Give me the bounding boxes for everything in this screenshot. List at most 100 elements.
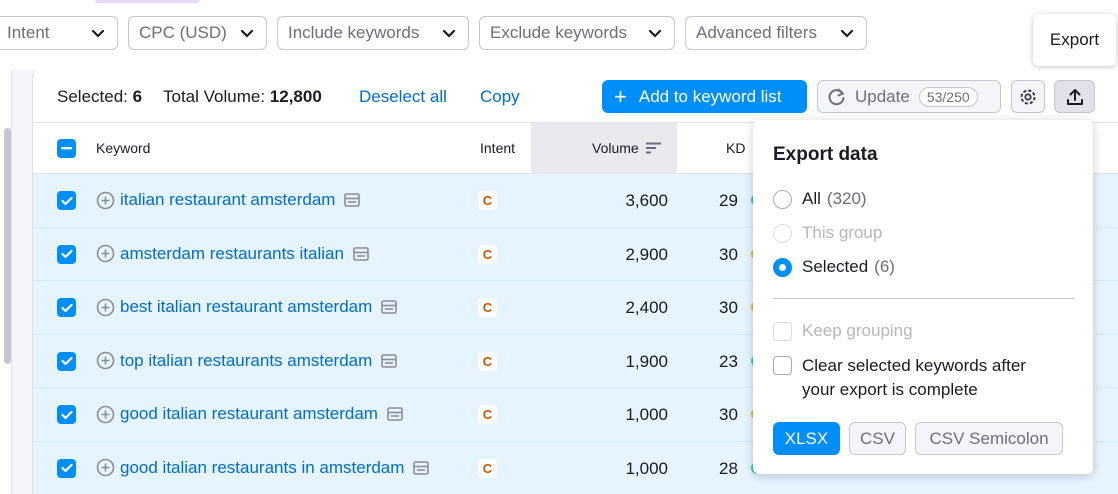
row-checkbox[interactable] (57, 244, 76, 264)
export-xlsx-button[interactable]: XLSX (773, 422, 840, 455)
export-icon (1065, 87, 1085, 107)
volume-header-label: Volume (592, 140, 639, 156)
update-button[interactable]: Update 53/250 (817, 80, 1001, 113)
selected-summary: Selected: 6 (57, 87, 142, 107)
intent-header[interactable]: Intent (480, 140, 515, 156)
serp-icon[interactable] (381, 300, 398, 314)
add-circle-icon[interactable] (96, 244, 115, 263)
intent-filter[interactable]: Intent (0, 16, 118, 50)
keyword-header[interactable]: Keyword (96, 140, 150, 156)
export-option-selected[interactable]: Selected (6) (773, 257, 895, 277)
add-to-keyword-list-button[interactable]: + Add to keyword list (602, 80, 807, 113)
tab-accent (95, 0, 200, 3)
add-to-list-label: Add to keyword list (638, 86, 782, 106)
copy-link[interactable]: Copy (480, 87, 520, 107)
exclude-keywords-filter[interactable]: Exclude keywords (479, 16, 675, 50)
keep-grouping-label: Keep grouping (802, 321, 913, 340)
add-circle-icon[interactable] (96, 351, 115, 370)
cpc-filter[interactable]: CPC (USD) (128, 16, 267, 50)
export-option-all[interactable]: All (320) (773, 189, 867, 209)
export-option-this-group: This group (773, 223, 882, 243)
option-all-label: All (802, 189, 821, 208)
settings-button[interactable] (1011, 80, 1045, 113)
cpc-filter-label: CPC (USD) (139, 23, 227, 42)
keyword-link[interactable]: top italian restaurants amsterdam (120, 351, 372, 371)
scrollbar[interactable] (4, 128, 11, 364)
keyword-link[interactable]: best italian restaurant amsterdam (120, 297, 372, 317)
keyword-cell: best italian restaurant amsterdam (96, 297, 398, 317)
advanced-filters-label: Advanced filters (696, 23, 817, 42)
intent-badge: C (478, 298, 497, 317)
serp-icon[interactable] (387, 407, 403, 421)
radio-selected[interactable] (773, 257, 792, 277)
chevron-down-icon (640, 29, 662, 38)
table-toolbar: Selected: 6 Total Volume: 12,800 Deselec… (33, 70, 1118, 123)
option-selected-count: (6) (874, 257, 895, 276)
keyword-link[interactable]: italian restaurant amsterdam (120, 190, 335, 210)
keyword-link[interactable]: amsterdam restaurants italian (120, 244, 344, 264)
row-checkbox[interactable] (57, 458, 76, 478)
kd-cell: 30 (719, 244, 738, 264)
include-keywords-filter[interactable]: Include keywords (277, 16, 469, 50)
volume-label: Total Volume: (163, 87, 266, 106)
option-selected-label: Selected (802, 257, 869, 276)
volume-cell: 2,900 (625, 244, 668, 264)
keyword-link[interactable]: good italian restaurant amsterdam (120, 404, 378, 424)
volume-value: 12,800 (269, 87, 322, 106)
export-button[interactable] (1054, 80, 1095, 113)
intent-badge: C (478, 191, 497, 210)
kd-cell: 30 (719, 298, 738, 317)
deselect-all-link[interactable]: Deselect all (359, 87, 447, 107)
clear-selected-label: Clear selected keywords after your expor… (802, 356, 1026, 399)
export-csv-semicolon-button[interactable]: CSV Semicolon (915, 422, 1063, 455)
volume-cell: 2,400 (625, 298, 668, 317)
add-circle-icon[interactable] (96, 458, 115, 477)
selected-label: Selected: (57, 87, 128, 106)
include-keywords-label: Include keywords (288, 23, 420, 42)
volume-header[interactable]: Volume (592, 140, 662, 156)
keyword-cell: amsterdam restaurants italian (96, 244, 369, 264)
select-all-checkbox[interactable] (57, 139, 76, 158)
export-csv-button[interactable]: CSV (849, 422, 906, 455)
chevron-down-icon (83, 29, 105, 38)
radio-all[interactable] (773, 189, 792, 209)
add-circle-icon[interactable] (96, 191, 115, 210)
exclude-keywords-label: Exclude keywords (490, 23, 628, 42)
clear-selected-option[interactable]: Clear selected keywords after your expor… (773, 354, 1062, 402)
keep-grouping-checkbox (773, 321, 792, 341)
keyword-cell: top italian restaurants amsterdam (96, 351, 398, 371)
clear-selected-checkbox[interactable] (773, 356, 792, 375)
row-checkbox[interactable] (57, 191, 76, 210)
chevron-down-icon (832, 29, 854, 38)
serp-icon[interactable] (413, 460, 430, 475)
update-limit-badge: 53/250 (918, 86, 978, 107)
row-checkbox[interactable] (57, 298, 76, 317)
intent-badge: C (478, 405, 497, 424)
add-circle-icon[interactable] (96, 298, 115, 317)
keyword-cell: italian restaurant amsterdam (96, 190, 361, 210)
add-circle-icon[interactable] (96, 405, 115, 424)
kd-cell: 30 (719, 405, 738, 424)
intent-badge: C (478, 351, 497, 371)
volume-cell: 1,000 (625, 405, 668, 424)
option-all-count: (320) (826, 189, 867, 208)
chevron-down-icon (232, 29, 254, 38)
kd-cell: 28 (719, 458, 738, 478)
serp-icon[interactable] (353, 246, 369, 261)
serp-icon[interactable] (381, 353, 398, 368)
filter-bar: Intent CPC (USD) Include keywords Exclud… (0, 0, 1118, 70)
sort-icon (645, 142, 662, 154)
keyword-link[interactable]: good italian restaurants in amsterdam (120, 458, 404, 478)
advanced-filters[interactable]: Advanced filters (685, 16, 867, 50)
volume-summary: Total Volume: 12,800 (163, 87, 322, 107)
serp-icon[interactable] (344, 193, 361, 207)
export-tooltip: Export (1033, 14, 1116, 66)
kd-header[interactable]: KD (726, 140, 745, 156)
row-checkbox[interactable] (57, 405, 76, 424)
plus-icon: + (614, 83, 627, 109)
selected-count: 6 (132, 87, 143, 106)
export-data-popup: Export data All (320) This group Selecte… (753, 120, 1093, 474)
update-label: Update (855, 86, 910, 106)
row-checkbox[interactable] (57, 351, 76, 371)
keyword-cell: good italian restaurant amsterdam (96, 404, 403, 424)
